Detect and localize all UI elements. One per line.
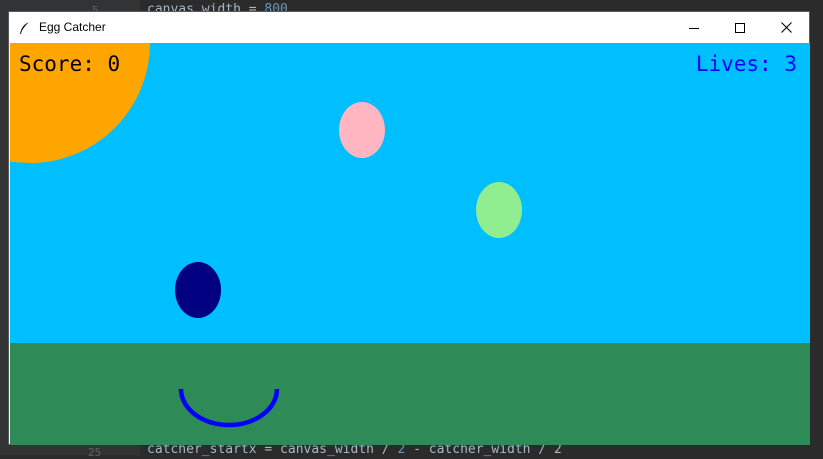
egg-pink bbox=[339, 102, 385, 158]
lives-label: Lives: 3 bbox=[695, 52, 797, 76]
game-window: Egg Catcher Score: 0 Lives: 3 bbox=[8, 11, 810, 445]
title-bar[interactable]: Egg Catcher bbox=[9, 12, 809, 43]
window-title: Egg Catcher bbox=[39, 20, 106, 34]
egg-navy bbox=[175, 262, 221, 318]
close-button[interactable] bbox=[763, 12, 809, 43]
minimize-icon bbox=[689, 18, 699, 37]
game-canvas[interactable]: Score: 0 Lives: 3 bbox=[10, 43, 810, 445]
line-number: 25 bbox=[88, 446, 102, 459]
score-label: Score: 0 bbox=[19, 52, 121, 76]
feather-icon bbox=[18, 20, 32, 34]
close-icon bbox=[780, 18, 792, 37]
ground bbox=[10, 343, 810, 445]
egg-light-green bbox=[476, 182, 522, 238]
catcher[interactable] bbox=[178, 387, 280, 429]
minimize-button[interactable] bbox=[671, 12, 717, 43]
maximize-button[interactable] bbox=[717, 12, 763, 43]
maximize-icon bbox=[735, 18, 745, 37]
